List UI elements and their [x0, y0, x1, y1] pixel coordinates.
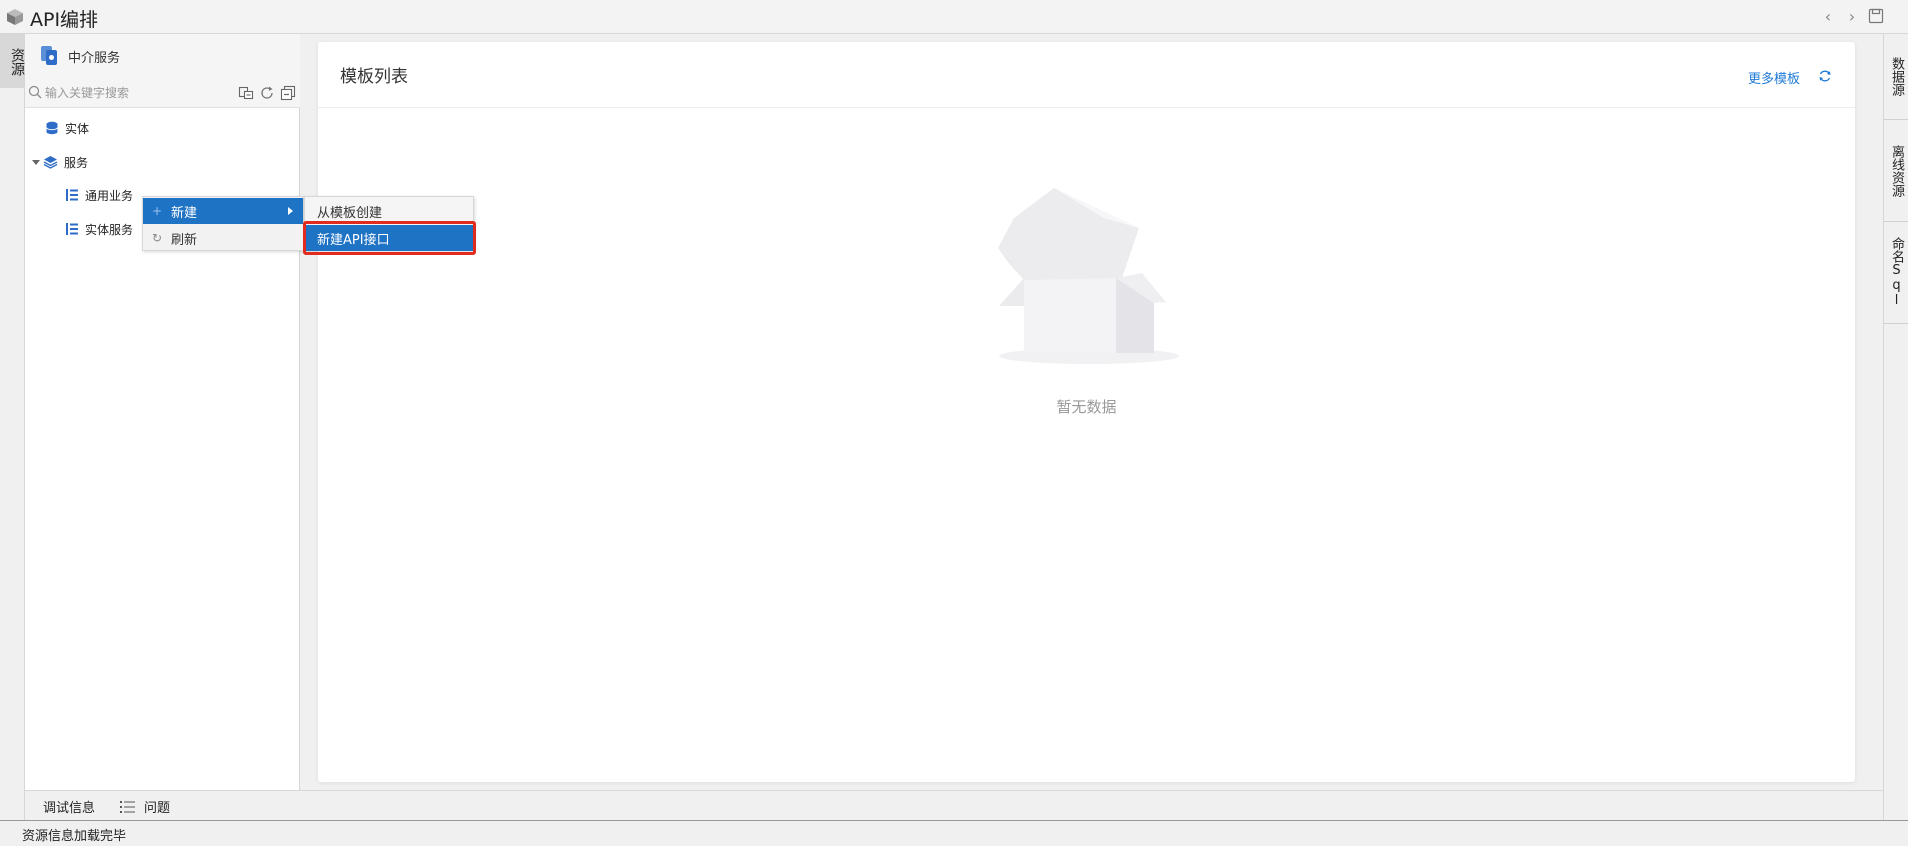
locate-icon[interactable]	[238, 85, 254, 101]
resource-header: 中介服务	[25, 34, 300, 78]
tree-item-label: 实体服务	[85, 222, 134, 237]
tree-item-entity[interactable]: 实体	[45, 115, 89, 141]
service-logo-icon	[41, 46, 57, 65]
title-bar: API编排 ‹ ›	[0, 0, 1908, 34]
submenu: 从模板创建 新建API接口	[304, 196, 474, 251]
search-input[interactable]	[45, 82, 235, 104]
collapse-all-icon[interactable]	[280, 85, 296, 101]
tab-problems[interactable]: 问题	[120, 797, 170, 816]
refresh-icon[interactable]	[1818, 69, 1832, 83]
empty-box-illustration	[998, 188, 1179, 364]
tab-resources[interactable]: 资源	[0, 34, 25, 88]
menu-item-new-api[interactable]: 新建API接口	[305, 225, 473, 251]
resource-panel: 中介服务 实体	[25, 34, 300, 790]
menu-item-refresh[interactable]: ↻ 刷新	[143, 225, 303, 251]
refresh-icon: ↻	[151, 231, 163, 245]
empty-text: 暂无数据	[1056, 398, 1117, 416]
left-rail: 资源	[0, 34, 25, 820]
tab-offline-resources[interactable]: 离线资源	[1884, 120, 1908, 222]
menu-item-create-from-template[interactable]: 从模板创建	[305, 198, 473, 224]
search-row	[25, 78, 300, 108]
context-menu: + 新建 ↻ 刷新	[142, 196, 304, 251]
service-group-icon	[66, 189, 78, 201]
plus-icon: +	[151, 204, 163, 218]
chevron-left-icon[interactable]: ‹	[1818, 7, 1838, 27]
refresh-icon[interactable]	[259, 85, 275, 101]
layers-icon	[43, 156, 58, 169]
tree-item-entity-service[interactable]: 实体服务	[65, 216, 133, 242]
menu-item-new[interactable]: + 新建	[143, 198, 303, 224]
tab-label: 调试信息	[43, 801, 96, 816]
tab-named-sql[interactable]: 命名Sql	[1884, 222, 1908, 324]
service-group-icon	[66, 223, 78, 235]
database-icon	[46, 121, 58, 135]
submenu-arrow-icon	[288, 207, 293, 215]
menu-item-label: 新建	[171, 205, 198, 221]
tree-item-service[interactable]: 服务	[31, 149, 88, 175]
tree-item-label: 通用业务	[85, 188, 134, 203]
tree-item-general-business[interactable]: 通用业务	[65, 182, 133, 208]
status-bar: 资源信息加载完毕	[0, 820, 1908, 846]
right-rail: 数据源 离线资源 命名Sql	[1883, 34, 1908, 820]
list-icon	[120, 800, 135, 813]
tree-item-label: 实体	[65, 121, 90, 136]
page-title: 模板列表	[340, 67, 408, 87]
tab-label: 问题	[144, 801, 171, 816]
service-name: 中介服务	[68, 51, 121, 66]
tab-debug-info[interactable]: 调试信息	[43, 797, 95, 816]
card-header: 模板列表 更多模板	[318, 42, 1855, 108]
app-cube-icon	[7, 9, 23, 25]
tab-datasource[interactable]: 数据源	[1884, 34, 1908, 120]
bottom-tab-bar: 调试信息 问题	[25, 790, 1883, 820]
status-text: 资源信息加载完毕	[22, 829, 127, 844]
menu-item-label: 刷新	[171, 232, 198, 248]
more-templates-link[interactable]: 更多模板	[1748, 68, 1800, 87]
search-icon	[28, 85, 42, 99]
tree-item-label: 服务	[64, 155, 89, 170]
expand-arrow-icon[interactable]	[31, 157, 41, 167]
app-title: API编排	[30, 9, 99, 31]
template-list-card: 模板列表 更多模板 暂无数据	[318, 42, 1855, 782]
chevron-right-icon[interactable]: ›	[1842, 7, 1862, 27]
save-icon[interactable]	[1868, 8, 1884, 24]
